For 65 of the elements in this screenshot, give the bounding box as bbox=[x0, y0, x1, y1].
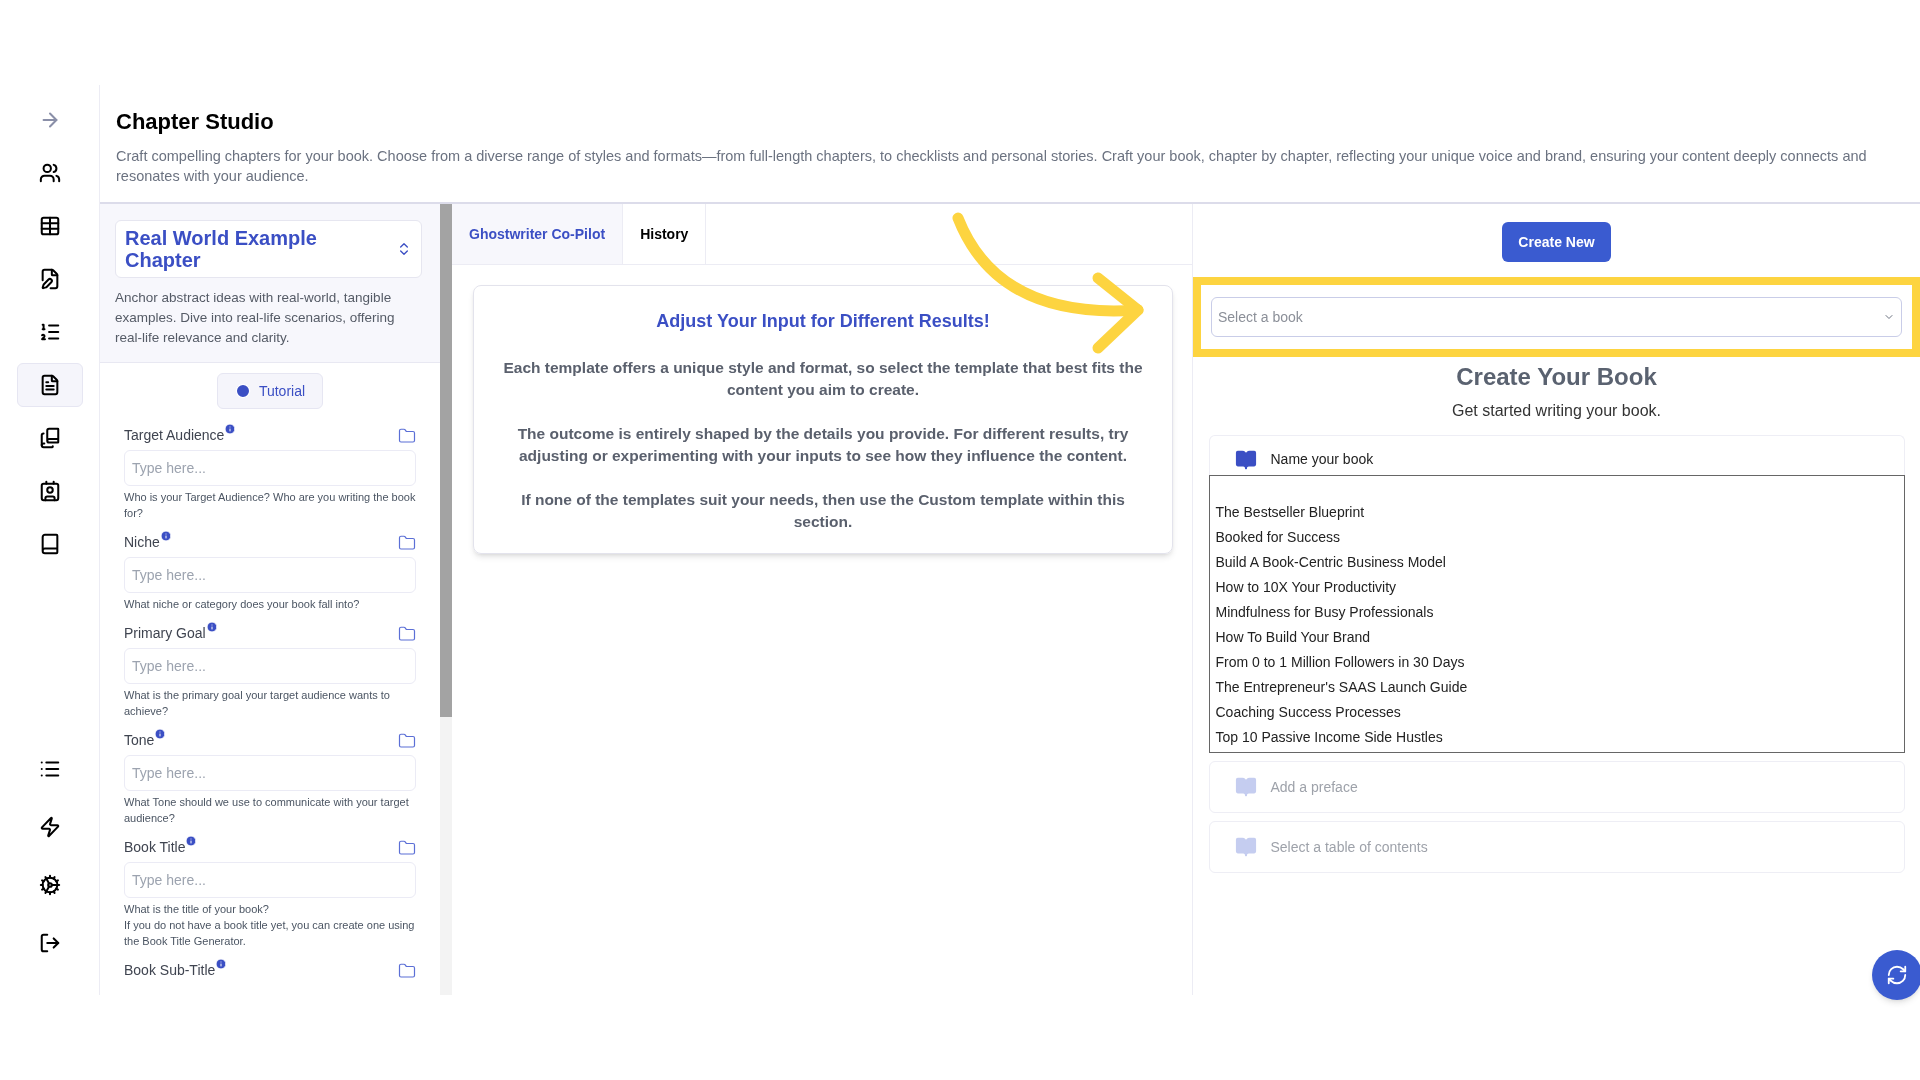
input-field[interactable]: Type here... bbox=[124, 862, 416, 898]
info-icon bbox=[224, 423, 237, 435]
page-title: Chapter Studio bbox=[116, 108, 275, 136]
sidebar-item[interactable] bbox=[16, 363, 83, 407]
field-help: What Tone should we use to communicate with your target audience? bbox=[124, 795, 410, 826]
folder-icon[interactable] bbox=[398, 533, 416, 552]
create-new-button[interactable]: Create New bbox=[1502, 222, 1611, 262]
book-icon bbox=[1234, 448, 1257, 471]
field-label: Book Sub-Title bbox=[124, 961, 216, 980]
book-option[interactable]: Booked for Success bbox=[1215, 525, 1898, 550]
input-field[interactable]: Type here... bbox=[124, 557, 416, 593]
book-option[interactable]: The Entrepreneur's SAAS Launch Guide bbox=[1215, 675, 1898, 700]
bolt-icon bbox=[38, 816, 61, 838]
template-selector[interactable]: Real World Example Chapter bbox=[115, 220, 422, 278]
book-option[interactable]: Top 10 Passive Income Side Hustles bbox=[1215, 725, 1898, 750]
info-icon bbox=[185, 835, 198, 847]
field-label: Book Title bbox=[124, 838, 186, 857]
book-option[interactable]: Build A Book-Centric Business Model bbox=[1215, 550, 1898, 575]
folder-icon[interactable] bbox=[398, 838, 416, 857]
folder-icon[interactable] bbox=[398, 731, 416, 750]
tutorial-button[interactable]: Tutorial bbox=[216, 373, 324, 409]
panel-subtitle: Get started writing your book. bbox=[1452, 401, 1661, 421]
template-description: Anchor abstract ideas with real-world, tangible examples. Dive into real-life scenarios, offering real-life relevance and clarity. bbox=[115, 289, 396, 347]
info-icon bbox=[215, 958, 228, 970]
field-label: Primary Goal bbox=[124, 624, 206, 643]
book-option[interactable]: Mindfulness for Busy Professionals bbox=[1215, 600, 1898, 625]
field-label: Niche bbox=[124, 533, 160, 552]
logout-icon bbox=[38, 932, 61, 954]
input-field[interactable]: Type here... bbox=[124, 450, 416, 486]
refresh-button[interactable] bbox=[1872, 950, 1920, 1000]
folder-icon[interactable] bbox=[398, 624, 416, 643]
numbered-list-icon bbox=[38, 321, 61, 343]
input-field[interactable]: Type here... bbox=[124, 648, 416, 684]
refresh-icon bbox=[1886, 964, 1908, 986]
people-list-icon bbox=[38, 162, 61, 184]
folder-icon[interactable] bbox=[398, 961, 416, 980]
info-paragraph: If none of the templates suit your needs, then use the Custom template within this section. bbox=[520, 490, 1126, 532]
input-field[interactable]: Type here... bbox=[124, 755, 416, 791]
book-option[interactable]: How to 10X Your Productivity bbox=[1215, 575, 1898, 600]
field-label: Target Audience bbox=[124, 426, 225, 445]
field-help: What is the title of your book? If you do not have a book title yet, you can create one using the Book Title Generator. bbox=[124, 902, 416, 949]
book-icon bbox=[1234, 776, 1257, 798]
info-paragraph: Each template offers a unique style and format, so select the template that best fits the content you aim to create. bbox=[502, 358, 1144, 400]
book-icon bbox=[1234, 836, 1257, 858]
page-description: Craft compelling chapters for your book. Choose from a diverse range of styles and formats—from full-length chapters, to checklists and personal stories. Craft your book, chapter by chapter, reflecting your unique voice and brand, ensuring your content deeply connects and resonates with your audience. bbox=[116, 147, 1868, 186]
info-icon bbox=[159, 530, 172, 542]
book-option[interactable]: The Bestseller Blueprint bbox=[1215, 500, 1898, 525]
field-label: Tone bbox=[124, 731, 155, 750]
info-title: Adjust Your Input for Different Results! bbox=[656, 310, 990, 333]
panel-title: Create Your Book bbox=[1456, 362, 1657, 392]
book-option[interactable]: From 0 to 1 Million Followers in 30 Days bbox=[1215, 650, 1898, 675]
field-help: What is the primary goal your target audience wants to achieve? bbox=[124, 688, 391, 719]
book-option[interactable]: Coaching Success Processes bbox=[1215, 700, 1898, 725]
id-card-icon bbox=[38, 480, 61, 502]
books-icon bbox=[38, 427, 61, 449]
scrollbar-thumb[interactable] bbox=[440, 204, 452, 717]
field-help: Who is your Target Audience? Who are you writing the book for? bbox=[124, 490, 416, 521]
info-icon bbox=[154, 728, 167, 740]
folder-icon[interactable] bbox=[398, 426, 416, 445]
info-icon bbox=[205, 621, 218, 633]
book-option[interactable]: How To Build Your Brand bbox=[1215, 625, 1898, 650]
tab[interactable]: Ghostwriter Co-Pilot bbox=[452, 204, 624, 264]
info-paragraph: The outcome is entirely shaped by the details you provide. For different results, try adjusting or experimenting with your inputs to see how they influence the content. bbox=[516, 424, 1130, 466]
table-icon bbox=[38, 215, 61, 237]
field-help: What niche or category does your book fall into? bbox=[124, 597, 361, 612]
